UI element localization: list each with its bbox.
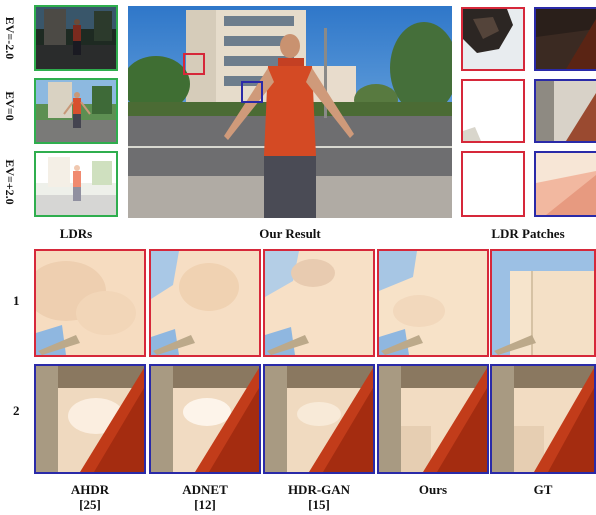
ldr-patch-blue-normal [534,79,596,143]
ldr-patch-blue-dark [534,7,596,71]
method-label-gt: GT [490,482,596,497]
method-label-adnet: ADNET [12] [149,482,261,512]
caption-ldr-patches: LDR Patches [491,226,565,241]
method-ref-ahdr: [25] [79,497,101,512]
row-label-1: 1 [13,293,20,308]
method-label-ours: Ours [377,482,489,497]
patch-row1-hdrgan [263,249,375,357]
method-label-ahdr: AHDR [25] [34,482,146,512]
patch-row1-ahdr [34,249,146,357]
ldr-patch-red-bright [461,151,525,217]
method-name-adnet: ADNET [182,482,228,497]
patch-row2-adnet [149,364,261,474]
ldr-image-dark [34,5,118,71]
ldr-image-normal [34,78,118,144]
ldr-image-bright [34,151,118,217]
method-name-ours: Ours [418,482,448,497]
ev-label-plus2: EV=+2.0 [3,159,17,205]
ev-label-0: EV=0 [3,91,17,121]
ldr-patch-blue-bright [534,151,596,217]
ev-label-minus2: EV=-2.0 [3,16,17,60]
method-label-hdrgan: HDR-GAN [15] [263,482,375,512]
ldr-patch-red-normal [461,79,525,143]
patch-row1-ours [377,249,489,357]
method-name-gt: GT [533,482,553,497]
caption-ldrs: LDRs [59,226,93,241]
method-name-hdrgan: HDR-GAN [287,482,351,497]
patch-row2-hdrgan [263,364,375,474]
patch-row2-ahdr [34,364,146,474]
patch-row2-ours [377,364,489,474]
patch-row1-gt [490,249,596,357]
patch-row2-gt [490,364,596,474]
row-label-2: 2 [13,403,20,418]
ldr-patch-red-dark [461,7,525,71]
caption-our-result: Our Result [259,226,321,241]
patch-row1-adnet [149,249,261,357]
method-ref-adnet: [12] [194,497,216,512]
our-result-image [128,6,452,218]
method-ref-hdrgan: [15] [308,497,330,512]
method-name-ahdr: AHDR [70,482,110,497]
